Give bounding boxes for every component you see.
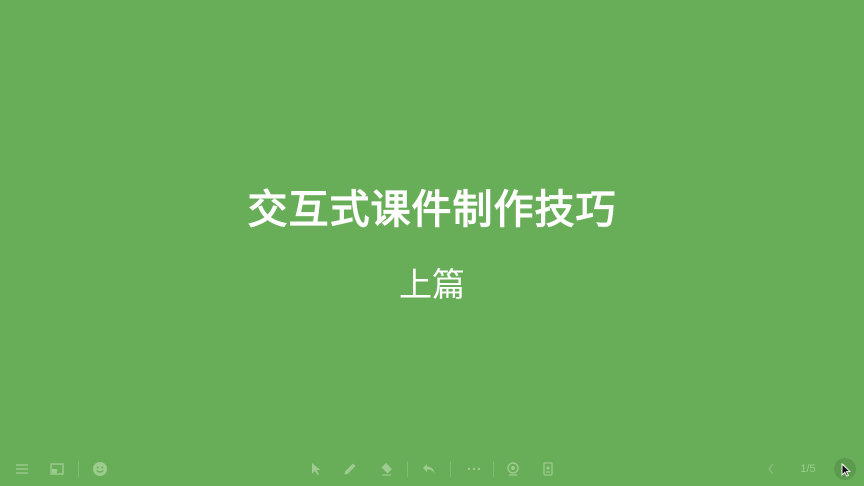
undo-button[interactable] <box>418 458 440 480</box>
toolbar-divider <box>78 461 79 477</box>
slide-canvas: 交互式课件制作技巧 上篇 1/5 <box>0 0 864 486</box>
toolbar-divider <box>450 461 451 477</box>
screen-icon <box>542 462 554 476</box>
cursor-icon <box>841 463 851 477</box>
slide-title: 交互式课件制作技巧 <box>247 187 617 233</box>
prev-page-icon <box>767 463 775 475</box>
screen-button[interactable] <box>537 458 559 480</box>
eraser-icon <box>379 462 393 476</box>
layout-button[interactable] <box>46 458 68 480</box>
camera-icon <box>506 462 520 476</box>
slide-subtitle: 上篇 <box>399 265 465 304</box>
toolbar-divider <box>493 461 494 477</box>
more-icon <box>467 467 481 471</box>
emoji-icon <box>92 461 108 477</box>
toolbar-divider <box>407 461 408 477</box>
mouse-cursor <box>840 462 852 478</box>
prev-page-button[interactable] <box>760 458 782 480</box>
presentation-toolbar: 1/5 <box>0 452 864 486</box>
undo-icon <box>422 463 436 475</box>
pointer-tool-button[interactable] <box>305 458 327 480</box>
menu-button[interactable] <box>11 458 33 480</box>
more-button[interactable] <box>463 458 485 480</box>
menu-icon <box>15 463 29 475</box>
page-indicator: 1/5 <box>800 463 816 475</box>
layout-icon <box>50 463 64 475</box>
eraser-tool-button[interactable] <box>375 458 397 480</box>
camera-button[interactable] <box>502 458 524 480</box>
pen-icon <box>343 462 357 476</box>
emoji-button[interactable] <box>89 458 111 480</box>
pen-tool-button[interactable] <box>339 458 361 480</box>
pointer-icon <box>310 462 322 476</box>
